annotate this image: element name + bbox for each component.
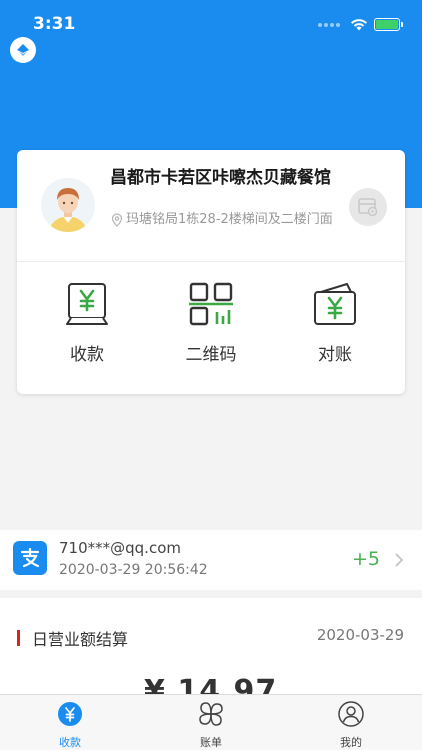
shop-address-text: 玛塘铭局1栋28-2楼梯间及二楼门面	[126, 212, 333, 227]
merchant-avatar-icon	[41, 178, 95, 232]
tab-bills[interactable]: 账单	[171, 701, 251, 750]
account-row[interactable]: 710***@qq.com 2020-03-29 20:56:42 +5	[0, 530, 422, 590]
settlement-title: 日营业额结算	[32, 630, 129, 649]
tab-bar: 收款 账单 我的	[0, 694, 422, 750]
tab-mine-label: 我的	[340, 736, 362, 749]
reconcile-label: 对账	[318, 345, 352, 365]
tab-bills-label: 账单	[200, 736, 222, 749]
wallet-icon	[314, 282, 356, 325]
account-name: 710***@qq.com	[59, 539, 181, 557]
store-settings-icon	[358, 198, 378, 217]
status-bar: 3:31	[0, 0, 422, 44]
clover-icon	[199, 702, 223, 726]
card-divider	[17, 261, 405, 262]
account-count: +5	[351, 548, 380, 570]
settlement-marker	[17, 630, 20, 646]
battery-icon	[374, 18, 403, 31]
qr-code-action[interactable]: 二维码	[156, 280, 266, 365]
alipay-icon	[13, 541, 47, 575]
status-indicators	[318, 18, 403, 31]
signal-icon	[318, 22, 340, 27]
app-logo-button[interactable]	[10, 37, 36, 63]
shop-settings-button[interactable]	[349, 188, 387, 226]
account-time: 2020-03-29 20:56:42	[59, 562, 208, 578]
chevron-right-icon	[395, 553, 404, 567]
status-time: 3:31	[33, 14, 76, 34]
collect-payment-action[interactable]: 收款	[32, 280, 142, 365]
tab-collect-label: 收款	[59, 736, 81, 749]
avatar	[41, 178, 95, 232]
location-pin-icon	[111, 213, 123, 227]
settlement-header: 日营业额结算	[17, 626, 128, 650]
diamond-logo-icon	[17, 44, 29, 56]
tab-mine[interactable]: 我的	[311, 701, 391, 750]
settlement-date: 2020-03-29	[316, 626, 404, 644]
tab-collect[interactable]: 收款	[30, 701, 110, 750]
shop-address: 玛塘铭局1栋28-2楼梯间及二楼门面	[110, 212, 342, 228]
reconcile-action[interactable]: 对账	[280, 280, 390, 365]
qr-code-icon	[189, 282, 233, 326]
shop-name: 昌都市卡若区咔嚓杰贝藏餐馆	[110, 168, 331, 188]
wifi-icon	[351, 19, 367, 31]
user-circle-icon	[338, 701, 364, 727]
qr-code-label: 二维码	[185, 345, 237, 365]
cash-register-icon	[66, 283, 108, 325]
shop-card: 昌都市卡若区咔嚓杰贝藏餐馆 玛塘铭局1栋28-2楼梯间及二楼门面 收款 二维码 …	[17, 150, 405, 394]
collect-payment-label: 收款	[70, 345, 104, 365]
yuan-circle-icon	[58, 702, 82, 726]
